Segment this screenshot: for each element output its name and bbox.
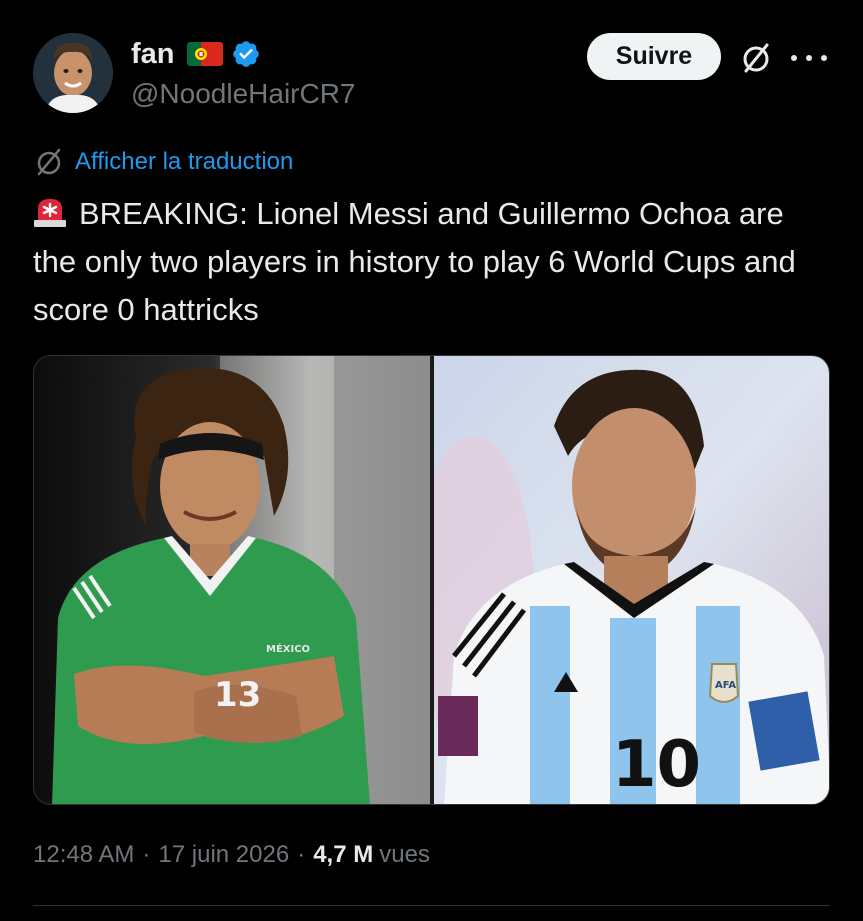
messi-jersey-number: 10 [612,728,701,802]
divider [33,905,830,906]
author-names: fan @NoodleHairCR7 [131,36,356,110]
tweet-detail: fan @NoodleHairCR7 Suivre Afficher la tr… [0,0,863,921]
translate-link[interactable]: Afficher la traduction [33,146,293,178]
views-label: vues [379,841,430,868]
media-photo-ochoa[interactable]: 13 MÉXICO [34,356,430,804]
handle[interactable]: @NoodleHairCR7 [131,78,356,110]
tweet-date[interactable]: 17 juin 2026 [158,841,289,869]
views-count[interactable]: 4,7 M [313,841,373,869]
verified-badge-icon[interactable] [231,39,261,69]
portugal-flag-icon [186,42,223,66]
meta-separator: · [297,841,306,868]
tweet-meta: 12:48 AM · 17 juin 2026 · 4,7 M vues [33,841,430,869]
ochoa-jersey-number: 13 [214,675,261,715]
ochoa-jersey-text: MÉXICO [266,642,310,655]
tweet-text: BREAKING: Lionel Messi and Guillermo Och… [33,196,796,327]
tweet-header: fan @NoodleHairCR7 Suivre [33,33,830,117]
follow-button[interactable]: Suivre [587,33,721,80]
grok-icon [37,148,61,176]
name-row: fan [131,36,356,72]
meta-separator: · [142,841,151,868]
tweet-text-block: BREAKING: Lionel Messi and Guillermo Och… [33,190,833,334]
display-name[interactable]: fan [131,38,175,71]
tweet-time[interactable]: 12:48 AM [33,841,134,869]
grok-icon[interactable] [740,42,772,74]
translate-label[interactable]: Afficher la traduction [75,148,293,176]
afa-badge-text: AFA [715,680,736,691]
more-horizontal-icon[interactable] [791,42,827,74]
media-photo-messi[interactable]: 10 AFA [434,356,829,804]
tweet-media[interactable]: 13 MÉXICO 10 AFA [33,355,830,805]
rotating-light-icon [33,194,67,227]
avatar[interactable] [33,33,113,113]
